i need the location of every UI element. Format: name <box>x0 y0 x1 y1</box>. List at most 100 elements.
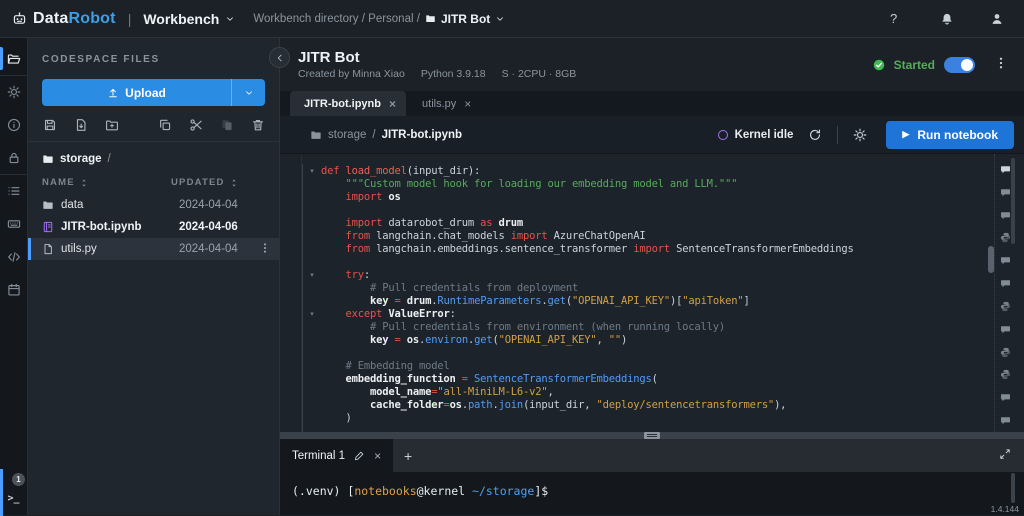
cell-nav-markdown[interactable] <box>1000 249 1011 272</box>
file-row-JITR-bot.ipynb[interactable]: JITR-bot.ipynb2024-04-06 <box>28 216 279 238</box>
code-line[interactable]: ▾ try: <box>303 268 1024 281</box>
run-notebook-button[interactable]: ▶ Run notebook <box>886 121 1014 149</box>
created-by-label: Created by Minna Xiao <box>298 68 405 80</box>
rail-item-info[interactable] <box>0 108 28 141</box>
code-cell[interactable]: ▾def load_model(input_dir): """Custom mo… <box>302 164 1024 432</box>
code-line[interactable]: # Embedding model <box>303 359 1024 372</box>
terminal-tab[interactable]: Terminal 1 × <box>280 439 393 472</box>
file-row-data[interactable]: data2024-04-04 <box>28 194 279 216</box>
cell-nav-code[interactable] <box>1000 341 1011 364</box>
code-line[interactable]: key = os.environ.get("OPENAI_API_KEY", "… <box>303 333 1024 346</box>
fold-chevron-icon[interactable]: ▾ <box>303 167 321 175</box>
workbench-switcher[interactable]: Workbench <box>143 11 235 27</box>
file-menu-button[interactable] <box>257 241 273 257</box>
code-line[interactable]: cache_folder=os.path.join(input_dir, "de… <box>303 398 1024 411</box>
copy-button[interactable] <box>157 118 172 133</box>
pencil-icon[interactable] <box>354 450 365 461</box>
file-row-utils.py[interactable]: utils.py2024-04-04 <box>28 238 279 260</box>
delete-button[interactable] <box>250 118 265 133</box>
rail-terminal[interactable]: >_ <box>0 487 28 509</box>
code-line[interactable]: ) <box>303 411 1024 424</box>
restart-kernel-button[interactable] <box>803 123 827 147</box>
new-terminal-button[interactable]: + <box>393 441 423 471</box>
cell-nav-markdown[interactable] <box>1000 272 1011 295</box>
chevron-left-icon <box>275 53 285 63</box>
expand-terminal-button[interactable] <box>996 447 1014 465</box>
codespace-menu-button[interactable] <box>992 56 1010 74</box>
cell-nav-markdown[interactable] <box>1000 181 1011 204</box>
notebook-breadcrumb: storage / JITR-bot.ipynb <box>310 129 462 141</box>
cell-navigator-scrollbar[interactable] <box>1011 158 1015 244</box>
notebook-breadcrumb-file: JITR-bot.ipynb <box>382 129 463 141</box>
code-line[interactable] <box>303 255 1024 268</box>
upload-options-button[interactable] <box>231 79 265 106</box>
rail-item-code[interactable] <box>0 240 28 273</box>
cut-button[interactable] <box>188 118 203 133</box>
code-line[interactable]: from langchain.embeddings.sentence_trans… <box>303 242 1024 255</box>
files-breadcrumb-folder[interactable]: storage <box>60 153 102 165</box>
user-menu-button[interactable] <box>984 6 1010 32</box>
rail-item-schedule[interactable] <box>0 273 28 306</box>
breadcrumb-current[interactable]: JITR Bot <box>425 12 505 26</box>
code-line[interactable]: import datarobot_drum as drum <box>303 216 1024 229</box>
collapse-files-button[interactable] <box>269 47 290 68</box>
cell-nav-markdown[interactable] <box>1000 409 1011 432</box>
close-icon[interactable]: × <box>389 98 396 110</box>
editor-tab-utils.py[interactable]: utils.py × <box>408 91 481 116</box>
notebook-editor[interactable]: ▾def load_model(input_dir): """Custom mo… <box>280 154 1024 432</box>
new-file-icon <box>43 118 57 132</box>
code-line[interactable]: """Custom model hook for loading our emb… <box>303 177 1024 190</box>
tab-label: utils.py <box>422 98 456 110</box>
download-file-button[interactable] <box>73 118 88 133</box>
fold-chevron-icon[interactable]: ▾ <box>303 310 321 318</box>
code-line[interactable]: key = drum.RuntimeParameters.get("OPENAI… <box>303 294 1024 307</box>
editor-tab-JITR-bot.ipynb[interactable]: JITR-bot.ipynb× <box>290 91 406 116</box>
code-line[interactable]: model_name="all-MiniLM-L6-v2", <box>303 385 1024 398</box>
bell-icon <box>940 12 954 26</box>
running-toggle[interactable] <box>944 57 975 73</box>
close-icon[interactable]: × <box>464 98 471 110</box>
terminal-scrollbar[interactable] <box>1011 473 1015 503</box>
cell-nav-code[interactable] <box>1000 295 1011 318</box>
code-line[interactable]: embedding_function = SentenceTransformer… <box>303 372 1024 385</box>
rail-item-outline[interactable] <box>0 174 28 207</box>
code-line[interactable] <box>303 346 1024 359</box>
breadcrumb-prefix[interactable]: Workbench directory / Personal / <box>253 13 420 25</box>
code-line[interactable]: # Pull credentials from deployment <box>303 281 1024 294</box>
sort-by-updated[interactable]: UPDATED <box>171 177 265 188</box>
new-file-button[interactable] <box>42 118 57 133</box>
paste-button[interactable] <box>219 118 234 133</box>
rail-item-keyboard[interactable] <box>0 207 28 240</box>
cell-nav-markdown[interactable] <box>1000 158 1011 181</box>
fold-chevron-icon[interactable]: ▾ <box>303 271 321 279</box>
rail-item-settings[interactable] <box>0 75 28 108</box>
robot-icon <box>12 11 27 26</box>
terminal-output[interactable]: (.venv) [notebooks@kernel ~/storage]$ <box>280 472 1024 515</box>
datarobot-logo[interactable]: DataRobot <box>12 10 116 28</box>
help-button[interactable]: ? <box>884 6 910 32</box>
close-icon[interactable]: × <box>374 449 381 463</box>
code-line[interactable]: from langchain.chat_models import AzureC… <box>303 229 1024 242</box>
code-line[interactable] <box>303 203 1024 216</box>
cell-nav-code[interactable] <box>1000 226 1011 249</box>
code-line[interactable]: # Pull credentials from environment (whe… <box>303 320 1024 333</box>
code-line[interactable]: import os <box>303 190 1024 203</box>
markdown-cell-icon <box>1000 210 1011 221</box>
notebook-breadcrumb-folder[interactable]: storage <box>328 129 366 141</box>
upload-button[interactable]: Upload <box>42 79 231 106</box>
cell-nav-code[interactable] <box>1000 363 1011 386</box>
cell-nav-markdown[interactable] <box>1000 318 1011 341</box>
terminal-resize-handle[interactable] <box>280 432 1024 439</box>
code-line[interactable]: ▾ except ValueError: <box>303 307 1024 320</box>
folder-icon <box>42 199 54 211</box>
sort-by-name[interactable]: NAME <box>42 177 171 188</box>
rail-item-permissions[interactable] <box>0 141 28 174</box>
rail-item-files[interactable] <box>0 42 28 75</box>
new-folder-button[interactable] <box>104 118 119 133</box>
notifications-button[interactable] <box>934 6 960 32</box>
notebook-settings-button[interactable] <box>848 123 872 147</box>
cell-nav-markdown[interactable] <box>1000 386 1011 409</box>
cell-nav-markdown[interactable] <box>1000 204 1011 227</box>
code-line[interactable]: ▾def load_model(input_dir): <box>303 164 1024 177</box>
terminal-panel: Terminal 1 × + (.venv) [notebooks@kernel… <box>280 439 1024 515</box>
